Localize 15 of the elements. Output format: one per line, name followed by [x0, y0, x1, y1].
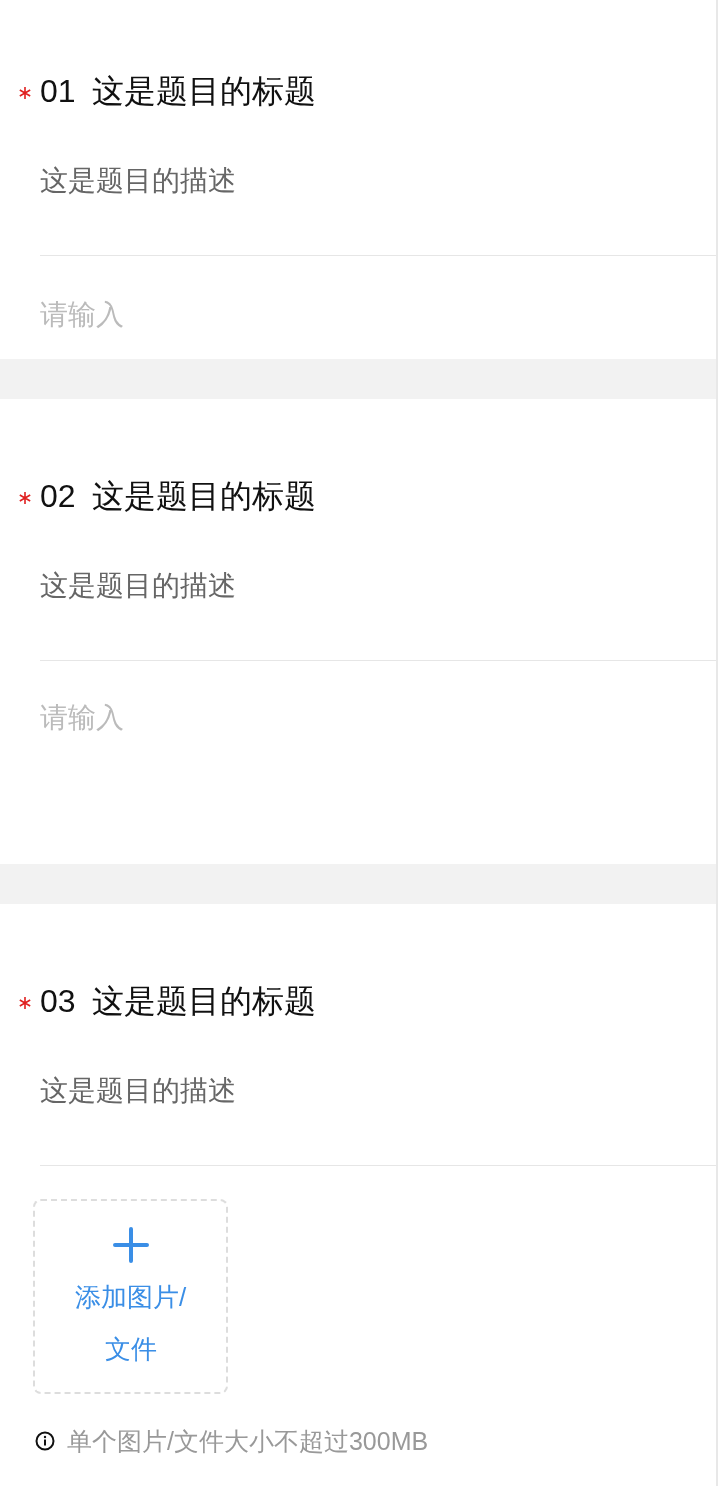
info-icon — [35, 1431, 55, 1451]
upload-button[interactable]: 添加图片/文件 — [33, 1199, 228, 1394]
question-title: 这是题目的标题 — [91, 982, 316, 1021]
question-title: 这是题目的标题 — [91, 72, 316, 111]
question-description: 这是题目的描述 — [40, 164, 237, 198]
upload-hint: 单个图片/文件大小不超过300MB — [67, 1426, 429, 1457]
question-description: 这是题目的描述 — [40, 1074, 237, 1108]
question-number: 03 — [40, 982, 76, 1021]
question-number: 02 — [40, 477, 76, 516]
input-field[interactable]: 请输入 — [40, 661, 716, 864]
input-field[interactable]: 请输入 — [40, 256, 716, 359]
question-title: 这是题目的标题 — [91, 477, 316, 516]
question-description: 这是题目的描述 — [40, 569, 237, 603]
plus-icon — [112, 1227, 149, 1263]
question-number: 01 — [40, 72, 76, 111]
